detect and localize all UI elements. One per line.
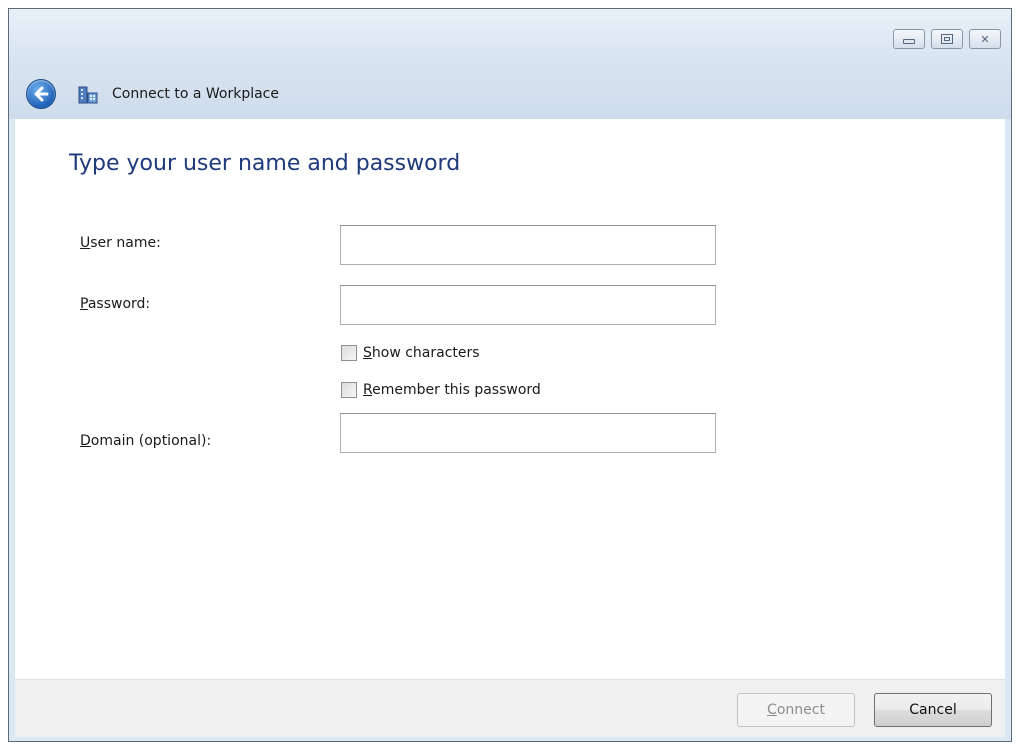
password-label: Password:: [80, 296, 150, 312]
footer-bar: Connect Cancel: [15, 679, 1005, 737]
show-characters-checkbox[interactable]: [341, 345, 357, 361]
password-label-text: assword:: [87, 296, 151, 312]
username-input[interactable]: [340, 225, 716, 265]
connect-button-label: onnect: [776, 702, 825, 718]
remember-password-text: emember this password: [372, 382, 541, 398]
window-title: Connect to a Workplace: [112, 86, 279, 102]
connect-workplace-window: ✕ Connect to a Workplace Type your user …: [8, 8, 1012, 742]
connect-button-accel: C: [767, 702, 777, 718]
window-controls: ✕: [893, 29, 1001, 49]
domain-label-text: omain (optional):: [90, 433, 212, 449]
back-arrow-icon: [34, 86, 49, 102]
username-label-text: ser name:: [90, 235, 161, 251]
maximize-icon: [941, 34, 953, 44]
close-button[interactable]: ✕: [969, 29, 1001, 49]
header-row: Connect to a Workplace: [26, 79, 279, 109]
domain-label: Domain (optional):: [80, 433, 211, 449]
cancel-button[interactable]: Cancel: [874, 693, 992, 727]
title-bar: ✕ Connect to a Workplace: [9, 9, 1011, 119]
content-area: Type your user name and password User na…: [15, 119, 1005, 679]
connect-button[interactable]: Connect: [737, 693, 855, 727]
domain-label-accel: D: [80, 433, 91, 449]
minimize-button[interactable]: [893, 29, 925, 49]
minimize-icon: [903, 39, 915, 44]
remember-password-accel: R: [363, 382, 373, 398]
remember-password-checkbox[interactable]: [341, 382, 357, 398]
remember-password-label: Remember this password: [363, 382, 541, 398]
workplace-building-icon: [78, 86, 98, 104]
username-label: User name:: [80, 235, 161, 251]
domain-input[interactable]: [340, 413, 716, 453]
password-input[interactable]: [340, 285, 716, 325]
maximize-button[interactable]: [931, 29, 963, 49]
show-characters-row[interactable]: Show characters: [341, 345, 480, 361]
show-characters-label: Show characters: [363, 345, 480, 361]
remember-password-row[interactable]: Remember this password: [341, 382, 541, 398]
close-icon: ✕: [980, 32, 990, 46]
password-label-accel: P: [80, 296, 88, 312]
username-label-accel: U: [80, 235, 91, 251]
page-heading: Type your user name and password: [69, 151, 461, 176]
back-button[interactable]: [26, 79, 56, 109]
show-characters-text: how characters: [371, 345, 480, 361]
show-characters-accel: S: [363, 345, 372, 361]
